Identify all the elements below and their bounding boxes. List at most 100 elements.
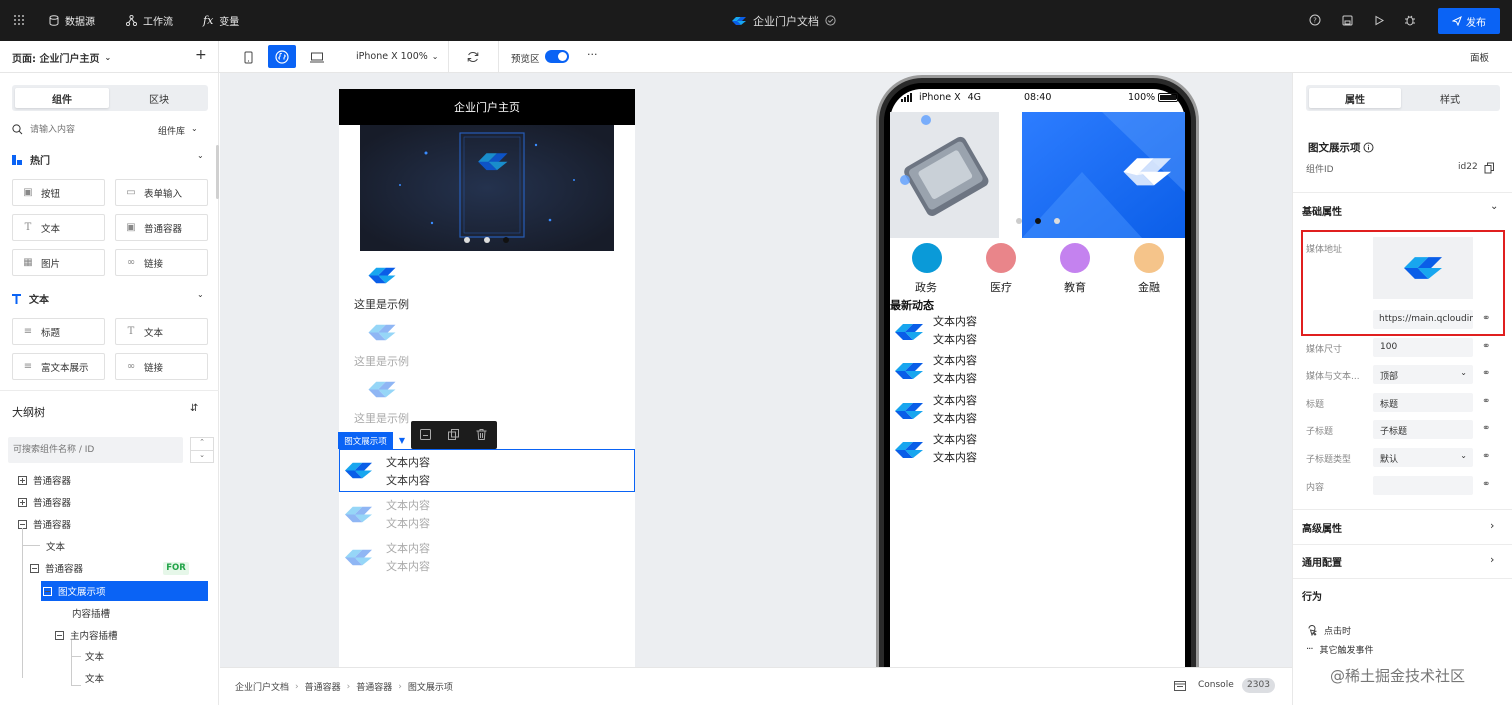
content-input[interactable]: [1373, 476, 1473, 495]
tab-blocks[interactable]: 区块: [112, 88, 206, 108]
title-input[interactable]: 标题: [1373, 393, 1473, 412]
preview-toggle[interactable]: [545, 50, 569, 63]
carousel-dot[interactable]: [1054, 218, 1060, 224]
category-icon-finance[interactable]: [1134, 243, 1164, 273]
carousel-dot-active[interactable]: [1035, 218, 1041, 224]
section-basic-properties[interactable]: 基础属性: [1302, 203, 1342, 218]
media-position-select[interactable]: 顶部 ⌄: [1373, 365, 1473, 384]
chevron-up-icon[interactable]: ⌃: [190, 437, 214, 450]
panel-toggle[interactable]: 面板: [1470, 50, 1489, 64]
collapse-toggle-icon[interactable]: ⇵: [190, 403, 198, 414]
link-binding-icon[interactable]: ⚭: [1482, 368, 1490, 379]
breadcrumb-item[interactable]: 图文展示项: [408, 680, 453, 693]
tree-node[interactable]: 普通容器: [18, 515, 71, 533]
component-richtext[interactable]: ≡ 富文本展示: [12, 353, 105, 380]
chevron-down-icon[interactable]: ⌄: [197, 151, 204, 160]
phone-carousel-slide[interactable]: [890, 112, 999, 238]
carousel-dot[interactable]: [464, 237, 470, 243]
panel-scrollbar[interactable]: [216, 145, 219, 199]
section-hot[interactable]: 热门: [12, 152, 50, 167]
component-heading[interactable]: ≡ 标题: [12, 318, 105, 345]
carousel-dot[interactable]: [1016, 218, 1022, 224]
component-text-2[interactable]: T 文本: [115, 318, 208, 345]
caret-down-icon[interactable]: ▼: [394, 432, 410, 449]
page-selector[interactable]: 页面: 企业门户主页 ⌄: [12, 50, 111, 65]
news-item[interactable]: 文本内容 文本内容: [933, 392, 977, 428]
media-size-input[interactable]: 100: [1373, 338, 1473, 357]
event-click[interactable]: 点击时: [1306, 624, 1351, 637]
breadcrumb-item[interactable]: 普通容器: [356, 680, 392, 693]
info-icon[interactable]: [1363, 142, 1374, 153]
section-text[interactable]: 文本: [12, 291, 49, 306]
chevron-right-icon[interactable]: ›: [1490, 553, 1494, 566]
banner-image[interactable]: [360, 125, 614, 251]
media-url-input[interactable]: https://main.qcloudim: [1373, 310, 1473, 329]
tab-components[interactable]: 组件: [15, 88, 109, 108]
category-icon-medical[interactable]: [986, 243, 1016, 273]
link-binding-icon[interactable]: ⚭: [1482, 341, 1490, 352]
refresh-icon[interactable]: [466, 50, 480, 64]
copy-id-icon[interactable]: [1484, 162, 1495, 174]
copy-icon[interactable]: [447, 428, 460, 441]
tree-node[interactable]: 内容插槽: [72, 604, 110, 622]
tree-node[interactable]: 普通容器: [18, 493, 71, 511]
carousel-dot[interactable]: [484, 237, 490, 243]
link-binding-icon[interactable]: ⚭: [1482, 479, 1490, 490]
breadcrumb-item[interactable]: 企业门户文档: [235, 680, 289, 693]
menu-workflow[interactable]: 工作流: [126, 0, 173, 41]
link-binding-icon[interactable]: ⚭: [1482, 423, 1490, 434]
category-icon-education[interactable]: [1060, 243, 1090, 273]
selected-component-tag[interactable]: 图文展示项: [338, 432, 393, 449]
debug-icon[interactable]: [1400, 10, 1420, 30]
play-icon[interactable]: [1369, 10, 1389, 30]
chevron-down-icon[interactable]: ⌄: [1490, 201, 1498, 212]
tree-node[interactable]: 普通容器: [18, 471, 71, 489]
tab-properties[interactable]: 属性: [1309, 88, 1401, 108]
phone-carousel-slide[interactable]: [1022, 112, 1185, 238]
tab-style[interactable]: 样式: [1404, 88, 1496, 108]
publish-button[interactable]: 发布: [1438, 8, 1500, 34]
section-behavior[interactable]: 行为: [1302, 588, 1322, 603]
chevron-down-icon[interactable]: ⌄: [197, 290, 204, 299]
miniprogram-device-icon[interactable]: [268, 45, 296, 68]
outline-search-field[interactable]: [8, 437, 183, 463]
chevron-right-icon[interactable]: ›: [1490, 519, 1494, 532]
news-item[interactable]: 文本内容 文本内容: [933, 431, 977, 467]
carousel-dot-active[interactable]: [503, 237, 509, 243]
mobile-device-icon[interactable]: [240, 48, 256, 66]
menu-variable[interactable]: fx 变量: [203, 0, 239, 41]
console-button[interactable]: Console: [1198, 680, 1234, 690]
desktop-device-icon[interactable]: [308, 49, 326, 65]
delete-icon[interactable]: [475, 428, 488, 441]
event-other[interactable]: ··· 其它触发事件: [1306, 643, 1374, 656]
category-icon-government[interactable]: [912, 243, 942, 273]
selected-component-outline[interactable]: [339, 449, 635, 492]
link-binding-icon[interactable]: ⚭: [1482, 313, 1490, 324]
device-zoom-select[interactable]: iPhone X 100% ⌄: [356, 51, 438, 62]
save-block-icon[interactable]: [419, 428, 432, 441]
component-button[interactable]: ▣ 按钮: [12, 179, 105, 206]
component-library-select[interactable]: 组件库 ⌄: [158, 124, 198, 137]
component-image[interactable]: ▦ 图片: [12, 249, 105, 276]
section-advanced-properties[interactable]: 高级属性: [1302, 520, 1342, 535]
news-item[interactable]: 文本内容 文本内容: [933, 352, 977, 388]
breadcrumb-item[interactable]: 普通容器: [305, 680, 341, 693]
add-page-icon[interactable]: +: [195, 47, 207, 63]
link-binding-icon[interactable]: ⚭: [1482, 396, 1490, 407]
tree-node[interactable]: 主内容插槽: [55, 626, 118, 644]
component-search-input[interactable]: [30, 122, 140, 138]
apps-grid-icon[interactable]: [9, 10, 29, 30]
tree-node[interactable]: 普通容器: [30, 559, 83, 577]
component-link-2[interactable]: ∞ 链接: [115, 353, 208, 380]
section-general-config[interactable]: 通用配置: [1302, 554, 1342, 569]
component-form-input[interactable]: ▭ 表单输入: [115, 179, 208, 206]
more-options-button[interactable]: ···: [587, 48, 598, 61]
outline-search-input[interactable]: [13, 442, 178, 458]
help-icon[interactable]: ?: [1305, 10, 1325, 30]
news-item[interactable]: 文本内容 文本内容: [933, 313, 977, 349]
menu-datasource[interactable]: 数据源: [49, 0, 95, 41]
component-container[interactable]: ▣ 普通容器: [115, 214, 208, 241]
tree-node[interactable]: 文本: [85, 647, 104, 665]
subtitle-input[interactable]: 子标题: [1373, 420, 1473, 439]
save-icon[interactable]: [1337, 10, 1357, 30]
